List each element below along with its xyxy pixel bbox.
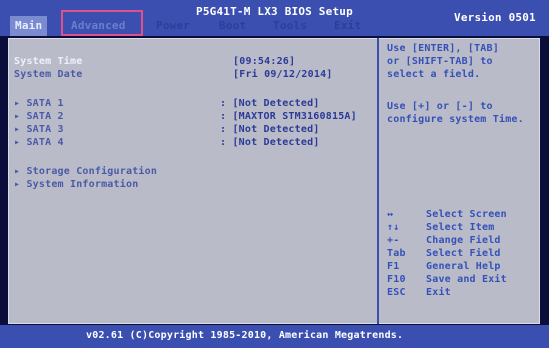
sata-4-item[interactable]: ▸ SATA 4 xyxy=(14,137,64,148)
system-time-value[interactable]: [09:54:26] xyxy=(233,56,295,67)
key-general-help-key: F1 xyxy=(387,261,400,272)
key-change-field-action: Change Field xyxy=(426,235,501,246)
sata-3-item[interactable]: ▸ SATA 3 xyxy=(14,124,64,135)
sata-1-value: : [Not Detected] xyxy=(220,98,320,109)
system-time-label[interactable]: System Time xyxy=(14,56,82,67)
help-line-2: or [SHIFT-TAB] to xyxy=(387,56,493,67)
key-select-field-key: Tab xyxy=(387,248,406,259)
key-save-exit-action: Save and Exit xyxy=(426,274,507,285)
key-exit-key: ESC xyxy=(387,287,406,298)
sata-1-item[interactable]: ▸ SATA 1 xyxy=(14,98,64,109)
key-save-exit-key: F10 xyxy=(387,274,406,285)
help-line-1: Use [ENTER], [TAB] xyxy=(387,43,499,54)
key-select-field-action: Select Field xyxy=(426,248,501,259)
system-information-item[interactable]: ▸ System Information xyxy=(14,179,138,190)
panel-divider xyxy=(377,38,379,324)
key-select-item-action: Select Item xyxy=(426,222,495,233)
key-change-field-key: +- xyxy=(387,235,400,246)
advanced-highlight-box xyxy=(61,10,143,36)
help-line-6: configure system Time. xyxy=(387,114,524,125)
key-general-help-action: General Help xyxy=(426,261,501,272)
bios-version: Version 0501 xyxy=(454,11,536,24)
storage-configuration-item[interactable]: ▸ Storage Configuration xyxy=(14,166,157,177)
tab-power[interactable]: Power xyxy=(151,16,195,36)
tab-boot[interactable]: Boot xyxy=(214,16,251,36)
top-bar: P5G41T-M LX3 BIOS Setup Version 0501 Mai… xyxy=(0,0,549,36)
tab-main[interactable]: Main xyxy=(10,16,48,36)
key-select-screen-key: ↔ xyxy=(387,209,394,220)
sata-2-item[interactable]: ▸ SATA 2 xyxy=(14,111,64,122)
key-exit-action: Exit xyxy=(426,287,451,298)
key-select-screen-action: Select Screen xyxy=(426,209,507,220)
system-time-rest: :54:26] xyxy=(251,56,296,67)
help-line-3: select a field. xyxy=(387,69,481,80)
tab-exit[interactable]: Exit xyxy=(329,16,366,36)
sata-2-value: : [MAXTOR STM3160815A] xyxy=(220,111,357,122)
system-date-value[interactable]: [Fri 09/12/2014] xyxy=(233,69,333,80)
footer-bar: v02.61 (C)Copyright 1985-2010, American … xyxy=(0,325,549,348)
sata-3-value: : [Not Detected] xyxy=(220,124,320,135)
tab-tools[interactable]: Tools xyxy=(268,16,312,36)
key-select-item-key: ↑↓ xyxy=(387,222,400,233)
help-line-5: Use [+] or [-] to xyxy=(387,101,493,112)
copyright-text: v02.61 (C)Copyright 1985-2010, American … xyxy=(86,330,404,341)
sata-4-value: : [Not Detected] xyxy=(220,137,320,148)
system-time-hour-field[interactable]: 09 xyxy=(239,56,251,67)
system-date-label[interactable]: System Date xyxy=(14,69,82,80)
